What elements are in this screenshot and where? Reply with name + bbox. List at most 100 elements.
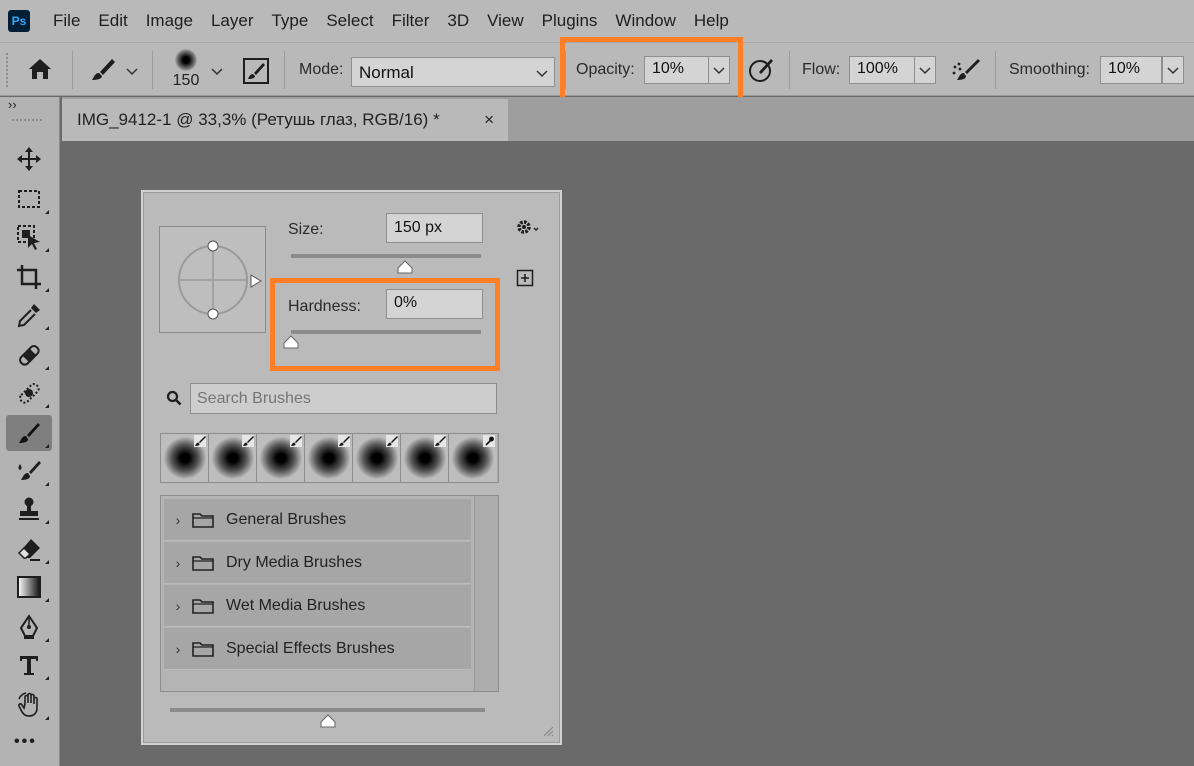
rectangular-marquee-tool[interactable] (6, 181, 52, 217)
brush-preset-dropdown[interactable] (126, 63, 138, 81)
recent-brush-tip[interactable] (353, 434, 401, 482)
hand-rotate-icon (18, 692, 38, 717)
chevron-down-icon (1167, 67, 1179, 75)
chevron-right-icon: › (175, 554, 181, 571)
brush-tool[interactable] (6, 415, 52, 451)
search-icon (166, 390, 182, 411)
chevron-down-icon (126, 68, 138, 76)
document-tab[interactable]: IMG_9412-1 @ 33,3% (Ретушь глаз, RGB/16)… (62, 99, 508, 141)
eraser-tool[interactable] (6, 531, 52, 567)
brush-size-readout: 150 (172, 72, 200, 89)
recent-brush-tip[interactable] (449, 434, 497, 482)
menu-layer[interactable]: Layer (202, 0, 263, 42)
menu-filter[interactable]: Filter (383, 0, 439, 42)
folder-icon (192, 555, 214, 571)
recent-brush-tip[interactable] (305, 434, 353, 482)
brush-tool-icon (434, 435, 446, 447)
folder-icon (192, 598, 214, 614)
menu-file[interactable]: File (44, 0, 89, 42)
document-tab-title: IMG_9412-1 @ 33,3% (Ретушь глаз, RGB/16)… (77, 110, 440, 129)
options-bar: 150 Mode: Normal Opacity: 10% Flow: 100%… (0, 37, 1194, 104)
gear-icon (517, 220, 539, 234)
smoothing-dropdown[interactable] (1162, 56, 1184, 84)
brush-tool-icon (194, 435, 206, 447)
flow-input[interactable]: 100% (849, 56, 915, 84)
folder-dry-media-brushes[interactable]: › Dry Media Brushes (164, 542, 471, 584)
opacity-highlight (560, 37, 743, 104)
mode-select-value: Normal (359, 63, 414, 82)
size-input[interactable]: 150 px (386, 213, 483, 243)
toolbar-grip[interactable] (12, 119, 42, 123)
plus-square-icon (516, 269, 534, 287)
menu-3d[interactable]: 3D (438, 0, 478, 42)
settings-menu-button[interactable] (515, 218, 541, 241)
menu-help[interactable]: Help (685, 0, 738, 42)
flow-label: Flow: (802, 61, 841, 78)
menu-type[interactable]: Type (262, 0, 317, 42)
toggle-brush-settings-button[interactable] (242, 57, 270, 85)
menu-window[interactable]: Window (606, 0, 684, 42)
recent-brush-tip[interactable] (209, 434, 257, 482)
type-tool[interactable] (6, 647, 52, 683)
clone-stamp-tool[interactable] (6, 491, 52, 527)
close-tab-button[interactable]: × (484, 110, 494, 130)
options-bar-grip[interactable] (6, 53, 12, 87)
panel-resize-grip[interactable] (540, 723, 554, 737)
smoothing-label: Smoothing: (1009, 61, 1090, 78)
remove-tool[interactable] (6, 375, 52, 411)
pen-tool[interactable] (6, 609, 52, 645)
eyedropper-tool[interactable] (6, 297, 52, 333)
brush-size-picker[interactable]: 150 (170, 49, 202, 93)
list-scrollbar[interactable] (474, 496, 498, 691)
angle-handle-icon[interactable] (250, 274, 262, 288)
pressure-opacity-icon (749, 59, 773, 82)
eyedropper-icon (17, 304, 40, 328)
flow-dropdown[interactable] (914, 56, 936, 84)
move-tool[interactable] (6, 141, 52, 177)
recent-brush-tip[interactable] (257, 434, 305, 482)
recent-brushes-strip (160, 433, 499, 483)
menu-view[interactable]: View (478, 0, 533, 42)
menu-image[interactable]: Image (137, 0, 202, 42)
crop-tool[interactable] (6, 259, 52, 295)
airbrush-toggle[interactable] (950, 55, 982, 85)
size-slider-track[interactable] (291, 254, 481, 258)
folder-general-brushes[interactable]: › General Brushes (164, 499, 471, 541)
folder-label: Dry Media Brushes (226, 553, 363, 571)
create-new-preset-button[interactable] (516, 269, 534, 292)
bandage-icon (19, 345, 40, 366)
toolbar-collapse-button[interactable]: ›› (8, 97, 17, 113)
menu-select[interactable]: Select (317, 0, 382, 42)
brush-picker-dropdown[interactable] (211, 63, 223, 81)
menu-edit[interactable]: Edit (89, 0, 136, 42)
spot-healing-brush-tool[interactable] (6, 337, 52, 373)
mode-select[interactable]: Normal (351, 57, 555, 87)
edit-toolbar-button[interactable]: ••• (14, 733, 37, 751)
preview-size-slider-track[interactable] (170, 708, 485, 712)
recent-brush-tip[interactable] (401, 434, 449, 482)
folder-label: General Brushes (226, 510, 347, 528)
crop-icon (17, 265, 41, 289)
stamp-icon (19, 497, 39, 520)
hardness-highlight (270, 278, 500, 371)
brush-tool-preset-button[interactable] (88, 55, 118, 85)
home-button[interactable] (26, 56, 56, 84)
menu-plugins[interactable]: Plugins (533, 0, 607, 42)
chevron-right-icon: › (175, 597, 181, 614)
hand-tool[interactable] (6, 687, 52, 723)
object-selection-tool[interactable] (6, 219, 52, 255)
smoothing-input[interactable]: 10% (1100, 56, 1162, 84)
home-icon (29, 59, 51, 79)
pressure-brush-icon (483, 435, 495, 447)
search-brushes-input[interactable] (190, 383, 497, 414)
mixer-brush-icon (18, 461, 41, 480)
gradient-tool[interactable] (6, 569, 52, 605)
tools-panel: ›› ••• (0, 97, 60, 766)
clone-brush-tool[interactable] (6, 453, 52, 489)
folder-wet-media-brushes[interactable]: › Wet Media Brushes (164, 585, 471, 627)
pressure-opacity-toggle[interactable] (746, 55, 776, 85)
size-label: Size: (288, 221, 324, 238)
recent-brush-tip[interactable] (161, 434, 209, 482)
folder-special-effects-brushes[interactable]: › Special Effects Brushes (164, 628, 471, 670)
brush-tool-icon (386, 435, 398, 447)
